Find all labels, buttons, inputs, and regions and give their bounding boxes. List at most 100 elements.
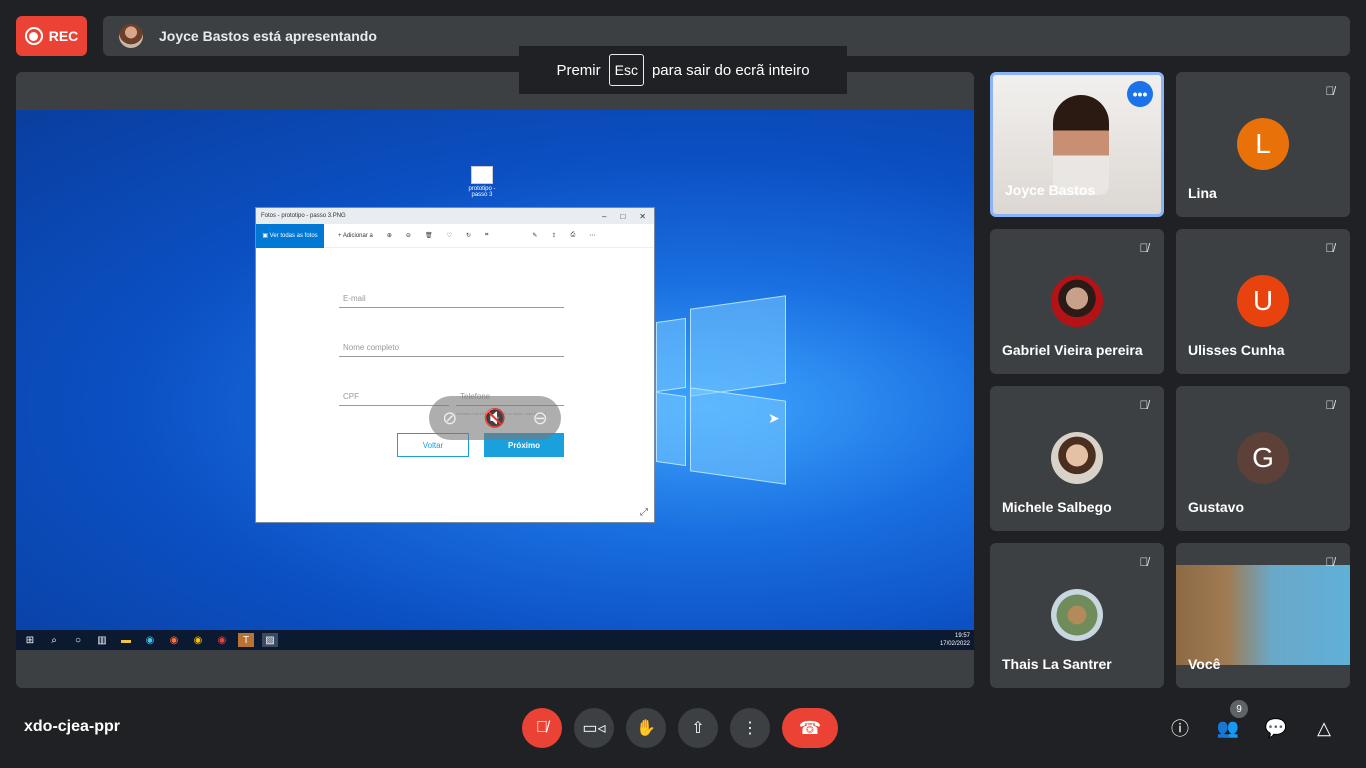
tile-hover-controls: ⊘ 🔇 ⊖ xyxy=(429,396,561,440)
participant-tile-lina[interactable]: 🎙̸ L Lina xyxy=(1176,72,1350,217)
presentation-area: prototipo - passo 3 Fotos - prototipo - … xyxy=(16,72,974,688)
participant-tile-joyce[interactable]: ••• Joyce Bastos xyxy=(990,72,1164,217)
participant-name: Gustavo xyxy=(1188,499,1245,515)
zoom-out-icon[interactable]: ⊖ xyxy=(406,232,411,239)
activities-button[interactable]: △ xyxy=(1308,712,1340,744)
window-title: Fotos - prototipo - passo 3.PNG xyxy=(261,213,346,219)
esc-tip-before: Premir xyxy=(556,61,601,79)
rec-label: REC xyxy=(48,28,79,44)
end-call-button[interactable]: ☎ xyxy=(782,708,838,748)
delete-icon[interactable]: 🗑 xyxy=(425,232,433,239)
add-to-button[interactable]: + Adicionar a xyxy=(338,233,373,239)
maximize-icon[interactable]: □ xyxy=(620,212,625,221)
task-view-icon[interactable]: ▥ xyxy=(94,633,110,647)
windows-logo-pane xyxy=(656,391,686,467)
people-icon: 👥 xyxy=(1216,717,1240,738)
more-options-icon[interactable]: ••• xyxy=(1127,81,1153,107)
participant-name: Lina xyxy=(1188,185,1217,201)
hand-icon: ✋ xyxy=(636,720,656,737)
participant-tile-self[interactable]: 🎙̸ Você xyxy=(1176,543,1350,688)
all-photos-label: Ver todas as fotos xyxy=(269,232,318,239)
camera-toggle-button[interactable]: ▭◃ xyxy=(574,708,614,748)
window-titlebar: Fotos - prototipo - passo 3.PNG – □ ✕ xyxy=(256,208,654,224)
more-options-button[interactable]: ⋮ xyxy=(730,708,770,748)
taskbar-clock: 19:57 17/02/2022 xyxy=(940,632,970,648)
mic-off-icon: 🎙̸ xyxy=(1325,241,1335,255)
add-to-label: Adicionar a xyxy=(342,232,373,239)
folder-icon[interactable]: ▬ xyxy=(118,633,134,647)
info-icon: ⓘ xyxy=(1171,719,1189,739)
clock-time: 19:57 xyxy=(954,633,970,639)
meeting-code: xdo-cjea-ppr xyxy=(24,718,121,735)
participant-name: Joyce Bastos xyxy=(1005,182,1096,198)
start-icon[interactable]: ⊞ xyxy=(22,633,38,647)
email-field[interactable]: E-mail xyxy=(339,294,564,308)
edit-icon[interactable]: ✎ xyxy=(532,232,537,239)
remove-icon[interactable]: ⊖ xyxy=(533,408,548,429)
unpin-icon[interactable]: ⊘ xyxy=(442,408,457,429)
avatar xyxy=(1051,589,1103,641)
avatar: L xyxy=(1237,118,1289,170)
recording-badge[interactable]: REC xyxy=(16,16,87,56)
participant-tile-gabriel[interactable]: 🎙̸ Gabriel Vieira pereira xyxy=(990,229,1164,374)
participant-name: Michele Salbego xyxy=(1002,499,1112,515)
image-icon: ▣ xyxy=(262,233,270,239)
photos-icon[interactable]: ▨ xyxy=(262,633,278,647)
windows-taskbar: ⊞ ⌕ ○ ▥ ▬ ◉ ◉ ◉ ◉ T ▨ 19:57 17/02/2022 xyxy=(16,630,974,650)
edge-icon[interactable]: ◉ xyxy=(142,633,158,647)
expand-icon[interactable]: ⤢ xyxy=(640,507,648,518)
participant-name: Você xyxy=(1188,656,1221,672)
print-icon[interactable]: ⎙ xyxy=(570,232,575,239)
desktop-file-label: prototipo - passo 3 xyxy=(468,186,496,198)
participant-tile-thais[interactable]: 🎙̸ Thais La Santrer xyxy=(990,543,1164,688)
name-field[interactable]: Nome completo xyxy=(339,343,564,357)
present-screen-button[interactable]: ⇧ xyxy=(678,708,718,748)
teams-icon[interactable]: T xyxy=(238,633,254,647)
participant-name: Ulisses Cunha xyxy=(1188,342,1285,358)
mute-audio-icon[interactable]: 🔇 xyxy=(484,408,506,429)
all-photos-button[interactable]: ▣ Ver todas as fotos xyxy=(256,223,324,248)
mic-toggle-button[interactable]: 🎙̸ xyxy=(522,708,562,748)
more-icon[interactable]: ⋯ xyxy=(589,232,595,239)
phone-hangup-icon: ☎ xyxy=(798,717,822,738)
shapes-icon: △ xyxy=(1317,717,1331,738)
meeting-info-button[interactable]: ⓘ xyxy=(1164,712,1196,744)
participant-tile-gustavo[interactable]: 🎙̸ G Gustavo xyxy=(1176,386,1350,531)
avatar: G xyxy=(1237,432,1289,484)
participant-tile-michele[interactable]: 🎙̸ Michele Salbego xyxy=(990,386,1164,531)
clock-date: 17/02/2022 xyxy=(939,641,970,647)
close-icon[interactable]: ✕ xyxy=(639,212,646,221)
firefox-icon[interactable]: ◉ xyxy=(166,633,182,647)
mic-off-icon: 🎙̸ xyxy=(1325,398,1335,412)
zoom-in-icon[interactable]: ⊕ xyxy=(387,232,392,239)
fullscreen-tooltip: Premir Esc para sair do ecrã inteiro xyxy=(519,46,847,94)
search-icon[interactable]: ⌕ xyxy=(46,633,62,647)
mic-off-icon: 🎙̸ xyxy=(536,719,548,736)
participant-name: Thais La Santrer xyxy=(1002,656,1112,672)
rotate-icon[interactable]: ↻ xyxy=(466,232,471,239)
present-icon: ⇧ xyxy=(691,720,705,737)
record-icon xyxy=(24,27,43,45)
cursor-icon: ➤ xyxy=(768,410,780,426)
mic-off-icon: 🎙̸ xyxy=(1139,241,1149,255)
more-vert-icon: ⋮ xyxy=(742,720,758,737)
photos-toolbar: ▣ Ver todas as fotos + Adicionar a ⊕ ⊖ 🗑… xyxy=(256,223,654,248)
esc-tip-after: para sair do ecrã inteiro xyxy=(651,61,810,79)
minimize-icon[interactable]: – xyxy=(602,212,606,221)
chrome-icon[interactable]: ◉ xyxy=(190,633,206,647)
presenter-text: Joyce Bastos está apresentando xyxy=(159,28,377,44)
participant-tile-ulisses[interactable]: 🎙̸ U Ulisses Cunha xyxy=(1176,229,1350,374)
crop-icon[interactable]: ⌗ xyxy=(485,232,488,239)
desktop-file-icon[interactable]: prototipo - passo 3 xyxy=(466,166,498,198)
presenter-avatar xyxy=(119,24,143,48)
windows-logo-pane xyxy=(656,317,686,393)
heart-icon[interactable]: ♡ xyxy=(447,232,452,239)
raise-hand-button[interactable]: ✋ xyxy=(626,708,666,748)
cortana-icon[interactable]: ○ xyxy=(70,633,86,647)
photos-window: Fotos - prototipo - passo 3.PNG – □ ✕ ▣ … xyxy=(255,207,655,523)
share-icon[interactable]: ⇪ xyxy=(551,232,556,239)
chat-button[interactable]: 💬 xyxy=(1260,712,1292,744)
mic-off-icon: 🎙̸ xyxy=(1325,84,1335,98)
chrome-app-icon[interactable]: ◉ xyxy=(214,633,230,647)
people-count-badge: 9 xyxy=(1230,700,1248,718)
